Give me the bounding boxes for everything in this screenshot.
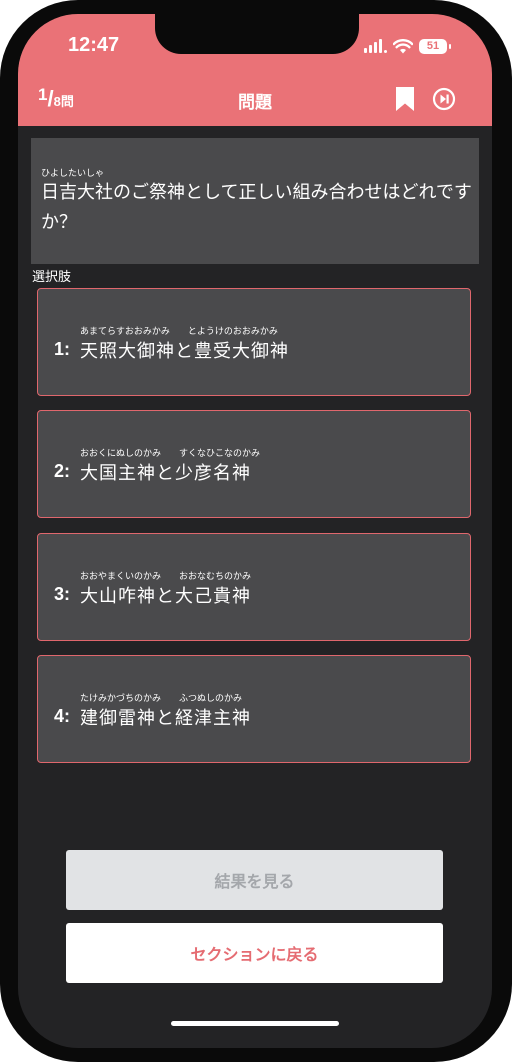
- app-header: 12:47 51 1/8問 問題: [18, 14, 492, 126]
- choice-ruby: たけみかづちのかみ ふつぬしのかみ: [80, 694, 243, 704]
- choice-text: 大山咋神と大己貴神: [80, 586, 251, 607]
- choice-ruby: おおくにぬしのかみ すくなひこなのかみ: [80, 449, 261, 459]
- choice-number: 3:: [54, 584, 71, 604]
- page-title: 問題: [238, 93, 272, 113]
- side-button-left-3: [0, 242, 2, 300]
- choices-label: 選択肢: [32, 270, 72, 285]
- choice-text: 大国主神と少彦名神: [80, 463, 251, 484]
- signal-icon: [364, 39, 387, 53]
- choice-number: 2:: [54, 461, 71, 481]
- phone-frame: 12:47 51 1/8問 問題 ひよしたいしゃ 日吉大社のご祭神として正しい組…: [0, 0, 512, 1062]
- wifi-icon: [393, 38, 413, 53]
- battery-icon: 51: [419, 38, 451, 54]
- choice-option-3[interactable]: おおやまくいのかみ おおなむちのかみ 3: 大山咋神と大己貴神: [37, 533, 471, 641]
- choice-option-2[interactable]: おおくにぬしのかみ すくなひこなのかみ 2: 大国主神と少彦名神: [37, 410, 471, 518]
- question-panel: ひよしたいしゃ 日吉大社のご祭神として正しい組み合わせはどれですか？: [31, 138, 479, 264]
- question-text: 日吉大社のご祭神として正しい組み合わせはどれですか？: [41, 182, 472, 233]
- side-button-left-1: [0, 118, 2, 150]
- device-notch: [155, 14, 359, 54]
- choice-option-4[interactable]: たけみかづちのかみ ふつぬしのかみ 4: 建御雷神と経津主神: [37, 655, 471, 763]
- choice-text: 建御雷神と経津主神: [80, 708, 251, 729]
- battery-level: 51: [426, 40, 440, 52]
- choice-text: 天照大御神と豊受大御神: [80, 341, 289, 362]
- side-button-left-2: [0, 172, 2, 230]
- back-to-section-button[interactable]: セクションに戻る: [66, 923, 443, 983]
- choice-option-1[interactable]: あまてらすおおみかみ とようけのおおみかみ 1: 天照大御神と豊受大御神: [37, 288, 471, 396]
- choice-number: 4:: [54, 706, 71, 726]
- status-icons: 51: [364, 34, 451, 58]
- home-indicator[interactable]: [171, 1021, 339, 1026]
- bookmark-icon[interactable]: [396, 87, 414, 111]
- choice-ruby: おおやまくいのかみ おおなむちのかみ: [80, 572, 252, 582]
- status-time: 12:47: [68, 34, 120, 56]
- view-results-button: 結果を見る: [66, 850, 443, 910]
- app-screen: 12:47 51 1/8問 問題 ひよしたいしゃ 日吉大社のご祭神として正しい組…: [18, 14, 492, 1048]
- skip-icon[interactable]: [432, 87, 456, 111]
- choice-ruby: あまてらすおおみかみ とようけのおおみかみ: [80, 327, 278, 337]
- choice-number: 1:: [54, 339, 71, 359]
